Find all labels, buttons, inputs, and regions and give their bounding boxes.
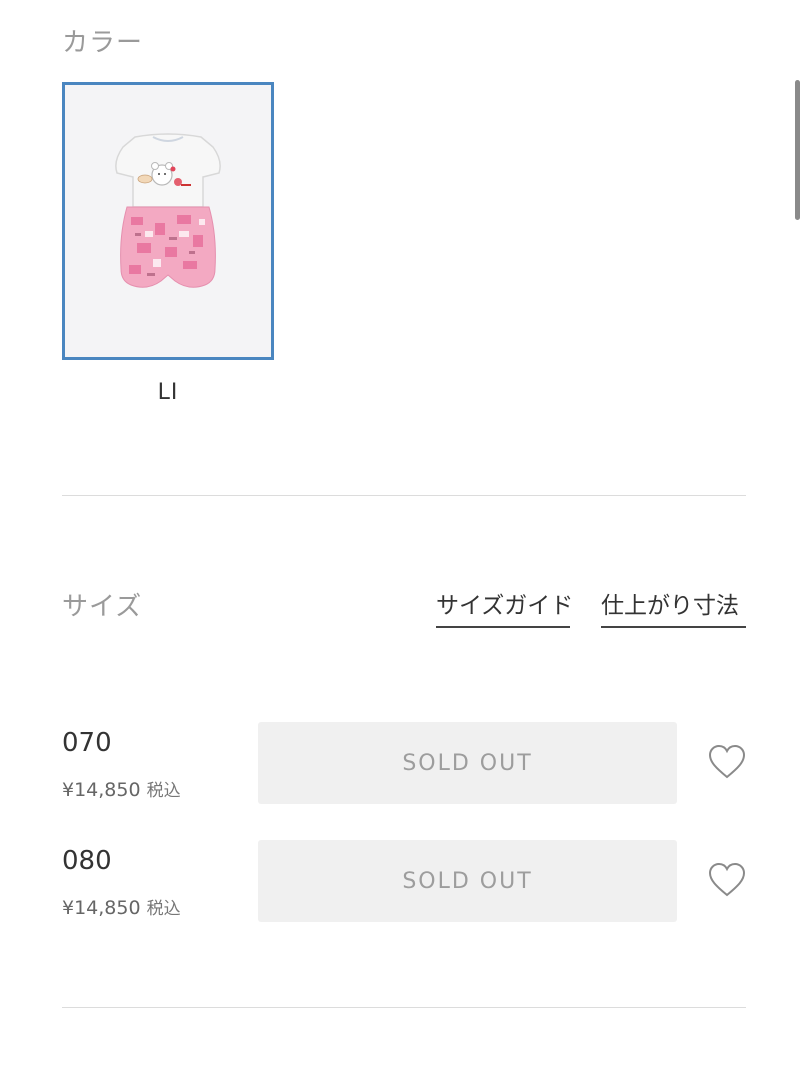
color-section-title: カラー — [62, 28, 144, 58]
size-price: ¥14,850 税込 — [62, 776, 181, 801]
heart-icon[interactable] — [708, 744, 746, 780]
size-price: ¥14,850 税込 — [62, 894, 181, 919]
size-code: 080 — [62, 846, 112, 876]
heart-icon[interactable] — [708, 862, 746, 898]
color-swatch-label: LI — [157, 380, 179, 405]
finished-size-link[interactable]: 仕上がり寸法 — [601, 586, 746, 628]
price-value: ¥14,850 — [62, 779, 141, 801]
section-divider — [62, 1007, 746, 1008]
size-code: 070 — [62, 728, 112, 758]
sold-out-button[interactable]: SOLD OUT — [258, 722, 677, 804]
sold-out-button[interactable]: SOLD OUT — [258, 840, 677, 922]
size-row: 080 ¥14,850 税込 SOLD OUT — [0, 840, 808, 922]
tax-label: 税込 — [146, 781, 181, 801]
price-value: ¥14,850 — [62, 897, 141, 919]
color-swatch-li[interactable] — [62, 82, 274, 360]
product-options-page: カラー LI サイズ サイズガイド 仕上がり寸法 070 ¥14,850 税込 … — [0, 0, 808, 1080]
section-divider — [62, 495, 746, 496]
romper-product-image — [115, 133, 221, 288]
size-row: 070 ¥14,850 税込 SOLD OUT — [0, 722, 808, 804]
size-section-title: サイズ — [62, 592, 143, 622]
size-guide-link[interactable]: サイズガイド — [436, 586, 573, 628]
tax-label: 税込 — [146, 899, 181, 919]
scrollbar[interactable] — [795, 80, 800, 220]
